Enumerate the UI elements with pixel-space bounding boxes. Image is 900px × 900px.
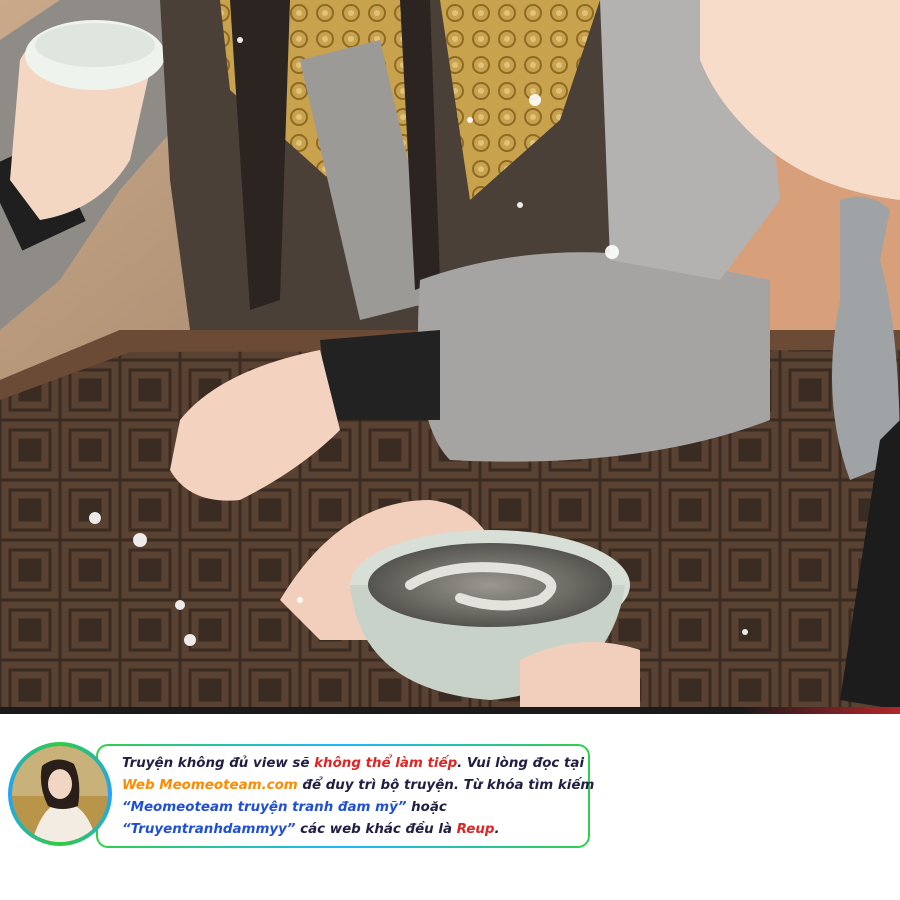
notice-text: Truyện không đủ view sẽ không thể làm ti… (122, 753, 595, 841)
avatar-ring (8, 742, 112, 846)
comic-panel-image (0, 0, 900, 710)
reupload-notice: Truyện không đủ view sẽ không thể làm ti… (8, 742, 595, 848)
notice-bubble: Truyện không đủ view sẽ không thể làm ti… (96, 744, 595, 848)
site-link[interactable]: Web Meomeoteam.com (122, 778, 298, 793)
panel-divider (0, 707, 900, 714)
notice-line-2: Web Meomeoteam.com để duy trì bộ truyện.… (122, 778, 595, 793)
avatar (12, 746, 108, 842)
notice-line-1: Truyện không đủ view sẽ không thể làm ti… (122, 756, 585, 771)
notice-line-3: “Meomeoteam truyện tranh đam mỹ” hoặc (122, 800, 447, 815)
notice-line-4: “Truyentranhdammyy” các web khác đều là … (122, 822, 500, 837)
